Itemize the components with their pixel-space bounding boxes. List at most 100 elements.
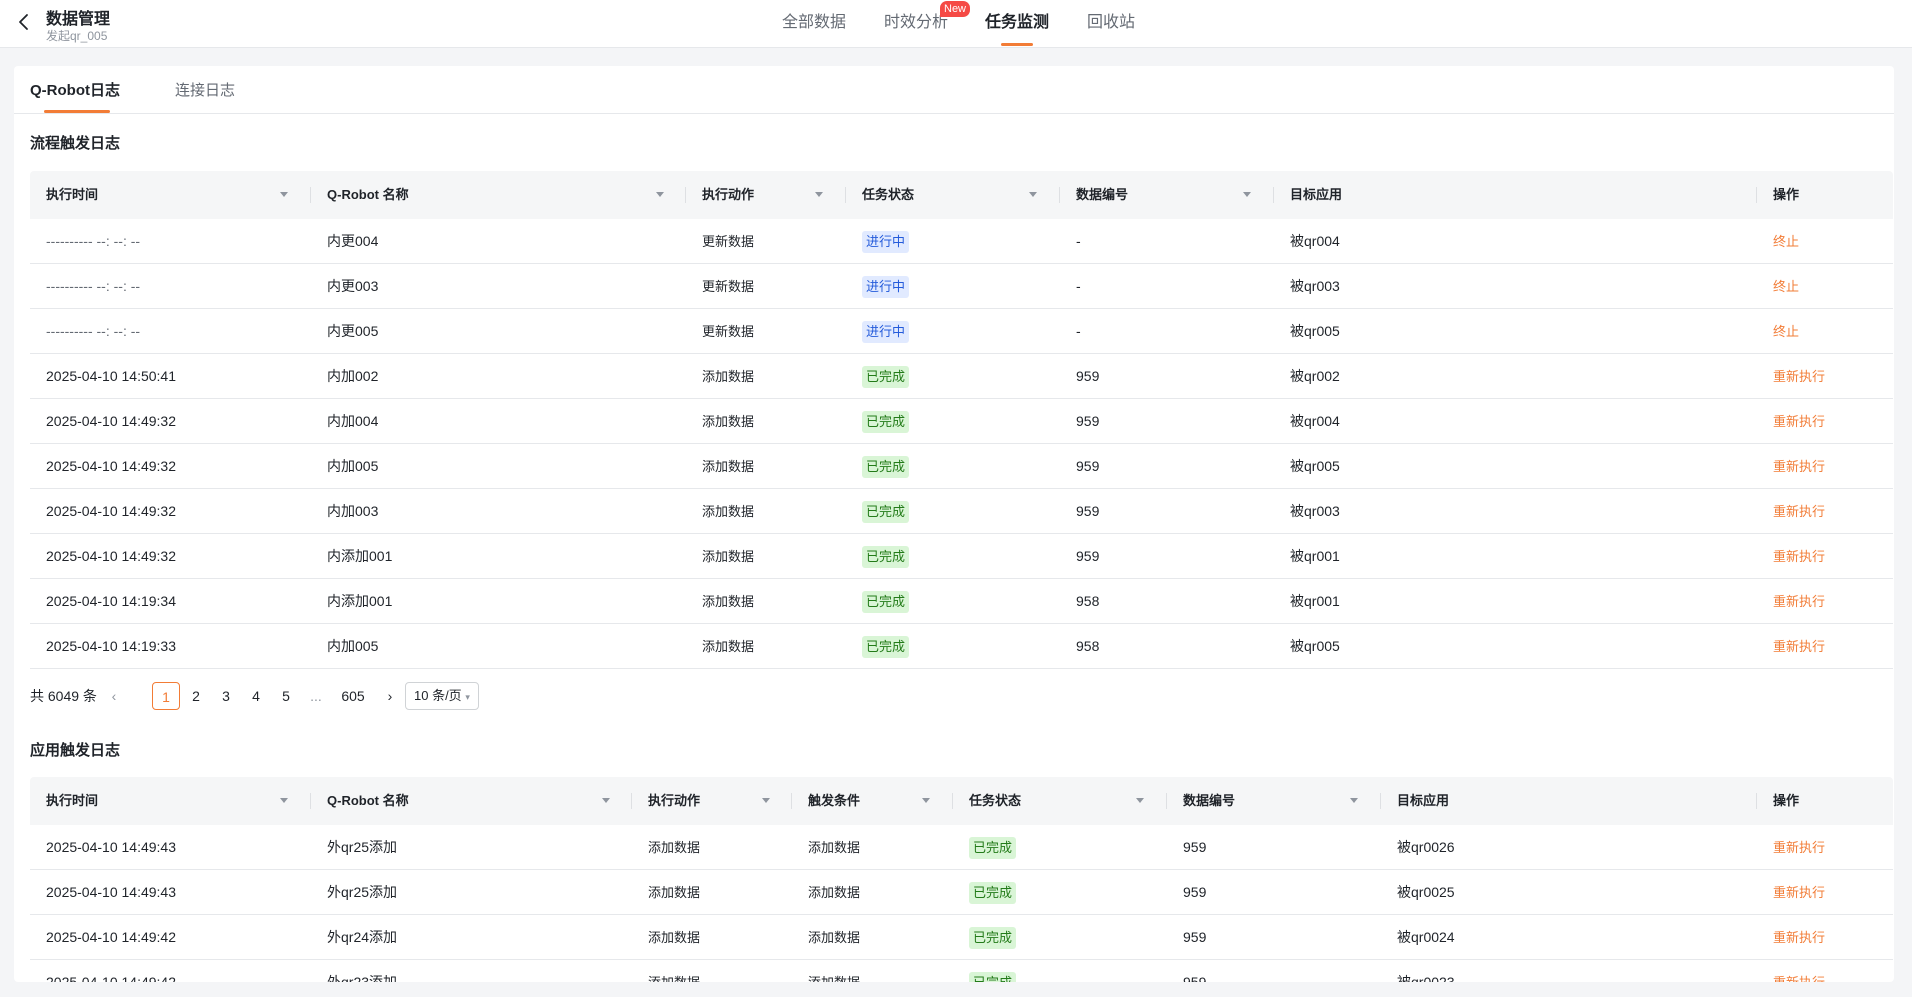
cell-status: 进行中 xyxy=(862,309,910,354)
column-divider xyxy=(310,793,311,809)
cell-action: 添加数据 xyxy=(702,369,755,384)
cell-data-no: 959 xyxy=(1183,929,1207,945)
cell-target-app: 被qr005 xyxy=(1290,458,1340,474)
cell-status: 已完成 xyxy=(969,825,1017,870)
sort-caret-icon[interactable] xyxy=(922,798,930,803)
table-row: ---------- --: --: -- 内更005 更新数据 进行中 - 被qr005… xyxy=(30,309,1893,354)
cell-exec-time: 2025-04-10 14:49:32 xyxy=(46,413,176,429)
cell-robot-name: 内加005 xyxy=(327,458,379,474)
page-size-select[interactable]: 10 条/页 ▾ xyxy=(405,682,479,710)
cell-operation[interactable]: 重新执行 xyxy=(1773,915,1825,960)
page-5[interactable]: 5 xyxy=(272,682,300,710)
prev-page-icon[interactable]: ‹ xyxy=(107,682,121,710)
row-action-link[interactable]: 重新执行 xyxy=(1773,639,1825,654)
cell-target-app: 被qr003 xyxy=(1290,278,1340,294)
sort-caret-icon[interactable] xyxy=(762,798,770,803)
new-badge: New xyxy=(940,1,971,17)
cell-data-no: 959 xyxy=(1076,413,1100,429)
cell-data-no: - xyxy=(1076,278,1081,294)
sort-caret-icon[interactable] xyxy=(602,798,610,803)
row-action-link[interactable]: 重新执行 xyxy=(1773,369,1825,384)
tab-recycle-bin[interactable]: 回收站 xyxy=(1087,0,1135,48)
back-arrow-icon[interactable] xyxy=(14,12,34,32)
sort-caret-icon[interactable] xyxy=(280,192,288,197)
sort-caret-icon[interactable] xyxy=(280,798,288,803)
page-3[interactable]: 3 xyxy=(212,682,240,710)
cell-operation[interactable]: 重新执行 xyxy=(1773,579,1825,624)
cell-trigger: 添加数据 xyxy=(808,840,861,855)
cell-operation[interactable]: 终止 xyxy=(1773,219,1799,264)
cell-action: 添加数据 xyxy=(648,960,700,982)
cell-status: 已完成 xyxy=(862,399,910,444)
cell-status: 已完成 xyxy=(862,534,910,579)
cell-operation[interactable]: 重新执行 xyxy=(1773,399,1825,444)
cell-status: 已完成 xyxy=(969,960,1017,982)
cell-target-app: 被qr004 xyxy=(1290,233,1340,249)
cell-action: 添加数据 xyxy=(702,459,755,474)
table-row: ---------- --: --: -- 内更004 更新数据 进行中 - 被qr004… xyxy=(30,219,1893,264)
status-badge: 已完成 xyxy=(969,927,1017,950)
tab-task-monitor[interactable]: 任务监测 xyxy=(985,0,1049,48)
sort-caret-icon[interactable] xyxy=(815,192,823,197)
table-row: 2025-04-10 14:19:34 内添加001 添加数据 已完成 958 被qr00… xyxy=(30,579,1893,624)
status-badge: 已完成 xyxy=(969,837,1017,860)
cell-exec-time: 2025-04-10 14:49:42 xyxy=(46,974,176,982)
cell-robot-name: 内加004 xyxy=(327,413,379,429)
row-action-link[interactable]: 重新执行 xyxy=(1773,885,1825,900)
row-action-link[interactable]: 重新执行 xyxy=(1773,504,1825,519)
next-page-icon[interactable]: › xyxy=(383,682,397,710)
row-action-link[interactable]: 终止 xyxy=(1773,234,1799,249)
column-divider xyxy=(845,187,846,203)
subtab-connection-log[interactable]: 连接日志 xyxy=(175,79,235,100)
cell-operation[interactable]: 重新执行 xyxy=(1773,870,1825,915)
sort-caret-icon[interactable] xyxy=(1350,798,1358,803)
column-divider xyxy=(631,793,632,809)
column-divider xyxy=(1166,793,1167,809)
cell-data-no: - xyxy=(1076,323,1081,339)
page-2[interactable]: 2 xyxy=(182,682,210,710)
cell-operation[interactable]: 重新执行 xyxy=(1773,354,1825,399)
row-action-link[interactable]: 重新执行 xyxy=(1773,930,1825,945)
cell-operation[interactable]: 重新执行 xyxy=(1773,825,1825,870)
cell-robot-name: 内更003 xyxy=(327,278,379,294)
row-action-link[interactable]: 重新执行 xyxy=(1773,459,1825,474)
tab-all-data[interactable]: 全部数据 xyxy=(782,0,846,48)
row-action-link[interactable]: 终止 xyxy=(1773,279,1799,294)
status-badge: 已完成 xyxy=(862,546,910,569)
cell-operation[interactable]: 重新执行 xyxy=(1773,624,1825,669)
cell-operation[interactable]: 重新执行 xyxy=(1773,489,1825,534)
row-action-link[interactable]: 重新执行 xyxy=(1773,594,1825,609)
page-1[interactable]: 1 xyxy=(152,682,180,710)
active-tab-indicator xyxy=(1001,43,1033,46)
cell-robot-name: 外qr25添加 xyxy=(327,839,398,855)
tab-timeliness-analysis[interactable]: 时效分析 xyxy=(884,0,948,48)
sort-caret-icon[interactable] xyxy=(1136,798,1144,803)
cell-operation[interactable]: 重新执行 xyxy=(1773,534,1825,579)
row-action-link[interactable]: 终止 xyxy=(1773,324,1799,339)
row-action-link[interactable]: 重新执行 xyxy=(1773,975,1825,982)
subtab-qrobot-log[interactable]: Q-Robot日志 xyxy=(30,79,120,100)
page-ellipsis[interactable]: ... xyxy=(302,682,330,710)
row-action-link[interactable]: 重新执行 xyxy=(1773,549,1825,564)
page-4[interactable]: 4 xyxy=(242,682,270,710)
row-action-link[interactable]: 重新执行 xyxy=(1773,840,1825,855)
column-divider xyxy=(952,793,953,809)
column-divider xyxy=(1756,187,1757,203)
sort-caret-icon[interactable] xyxy=(656,192,664,197)
cell-exec-time: 2025-04-10 14:49:42 xyxy=(46,929,176,945)
col-actions: 操作 xyxy=(1773,793,1800,808)
page-605[interactable]: 605 xyxy=(334,682,372,710)
cell-robot-name: 内加003 xyxy=(327,503,379,519)
sort-caret-icon[interactable] xyxy=(1243,192,1251,197)
cell-operation[interactable]: 重新执行 xyxy=(1773,444,1825,489)
flow-log-table: 执行时间 Q-Robot 名称 执行动作 任务状态 数据编号 目标应用 操作 -… xyxy=(30,171,1893,669)
cell-status: 已完成 xyxy=(969,870,1017,915)
cell-status: 进行中 xyxy=(862,219,910,264)
row-action-link[interactable]: 重新执行 xyxy=(1773,414,1825,429)
cell-operation[interactable]: 重新执行 xyxy=(1773,960,1825,982)
cell-operation[interactable]: 终止 xyxy=(1773,264,1799,309)
status-badge: 已完成 xyxy=(862,591,910,614)
cell-robot-name: 外qr23添加 xyxy=(327,974,398,982)
sort-caret-icon[interactable] xyxy=(1029,192,1037,197)
cell-operation[interactable]: 终止 xyxy=(1773,309,1799,354)
